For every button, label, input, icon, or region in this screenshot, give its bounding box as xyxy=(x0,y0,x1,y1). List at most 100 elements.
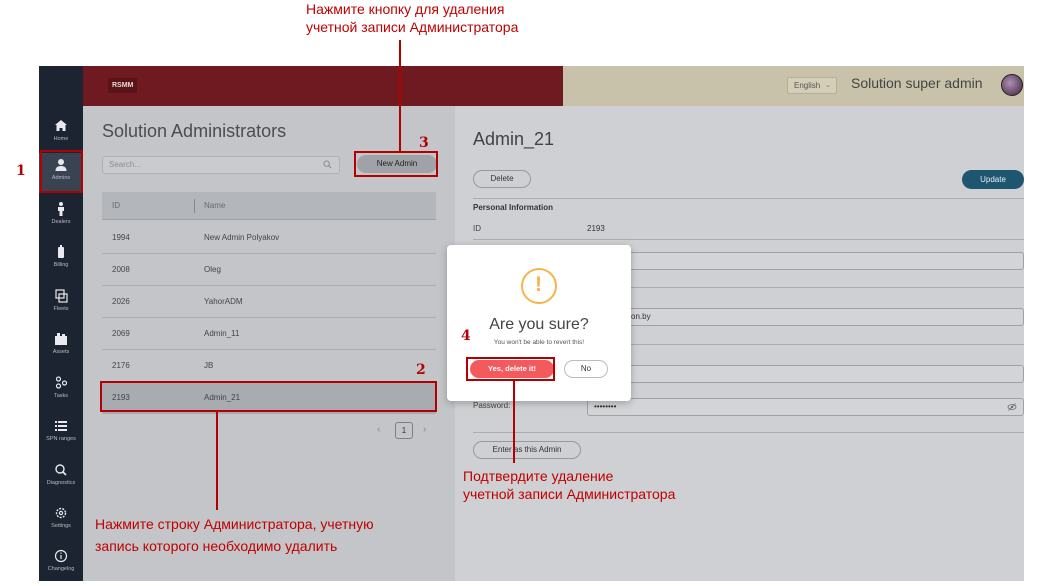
table-row[interactable]: 2026 YahorADM xyxy=(102,286,436,318)
column-divider xyxy=(194,199,195,213)
sidebar-item-dealers[interactable]: Dealers xyxy=(39,197,83,237)
password-label: Password: xyxy=(473,401,511,410)
sidebar-item-spn-ranges[interactable]: SPN ranges xyxy=(39,414,83,454)
info-icon xyxy=(54,549,68,563)
column-header-name[interactable]: Name xyxy=(204,192,225,220)
annotation-top-note: Нажмите кнопку для удаления учетной запи… xyxy=(306,0,518,36)
annotation-bottom-left-line-1: Нажмите строку Администратора, учетную xyxy=(95,516,374,532)
email-field[interactable]: r@technoton.by xyxy=(587,308,1024,326)
top-bar: RSMM English ⌄ Solution super admin xyxy=(83,66,1024,106)
prev-page-icon[interactable]: ‹ xyxy=(377,424,380,435)
screenshot-root: Нажмите кнопку для удаления учетной запи… xyxy=(0,0,1043,586)
home-icon xyxy=(55,120,67,131)
sidebar-item-assets[interactable]: Assets xyxy=(39,327,83,367)
table-row[interactable]: 2176 JB xyxy=(102,350,436,382)
cell-id: 2008 xyxy=(112,265,130,274)
cell-name: JB xyxy=(204,361,214,370)
annotation-step-1: 1 xyxy=(16,163,26,179)
annotation-leader-bottom-right xyxy=(513,381,515,463)
top-bar-brand-area: RSMM xyxy=(83,66,563,106)
page-number-button[interactable]: 1 xyxy=(395,422,413,439)
exclamation-icon: ! xyxy=(535,273,542,296)
dialog-text: You won't be able to revert this! xyxy=(493,339,585,346)
cell-id: 2026 xyxy=(112,297,130,306)
divider xyxy=(473,239,1024,240)
tasks-icon xyxy=(55,376,68,389)
sidebar-item-label: Billing xyxy=(53,262,69,268)
update-button[interactable]: Update xyxy=(962,170,1024,189)
table-row[interactable]: 2008 Oleg xyxy=(102,254,436,286)
dialog-title: Are you sure? xyxy=(489,316,589,333)
sidebar-item-label: Diagnostics xyxy=(46,480,76,486)
annotation-step-4: 4 xyxy=(461,328,471,344)
annotation-step-3: 3 xyxy=(419,135,429,151)
table-row[interactable]: 1994 New Admin Polyakov xyxy=(102,222,436,254)
avatar[interactable] xyxy=(1001,74,1023,96)
sidebar-item-label: Fleets xyxy=(53,306,69,312)
page-title: Solution Administrators xyxy=(102,121,287,141)
annotation-bottom-left-note: Нажмите строку Администратора, учетную з… xyxy=(95,515,374,555)
search-placeholder: Search... xyxy=(109,160,142,169)
sidebar: Home Admins Dealers Billing Fleets Asset… xyxy=(39,66,83,581)
user-name: Solution super admin xyxy=(851,75,983,91)
warning-icon: ! xyxy=(521,268,557,304)
billing-icon xyxy=(58,245,64,258)
annotation-bottom-right-line-2: учетной записи Администратора xyxy=(463,486,676,502)
sidebar-item-label: Dealers xyxy=(51,219,71,225)
password-value: •••••••• xyxy=(594,402,617,411)
language-value: English xyxy=(794,81,821,90)
sidebar-item-label: Tasks xyxy=(53,393,69,399)
cancel-button[interactable]: No xyxy=(564,360,608,378)
id-value: 2193 xyxy=(587,224,605,233)
sidebar-item-home[interactable]: Home xyxy=(39,114,83,154)
next-page-icon[interactable]: › xyxy=(423,424,426,435)
enter-as-admin-button[interactable]: Enter as this Admin xyxy=(473,441,581,459)
cell-name: Admin_11 xyxy=(204,329,240,338)
login-field[interactable] xyxy=(587,365,1024,383)
sidebar-item-label: Changelog xyxy=(47,566,75,572)
sidebar-item-changelog[interactable]: Changelog xyxy=(39,544,83,581)
annotation-top-line-1: Нажмите кнопку для удаления xyxy=(306,1,505,17)
annotation-leader-bottom-left xyxy=(216,412,218,510)
sidebar-item-fleets[interactable]: Fleets xyxy=(39,284,83,324)
cell-name: YahorADM xyxy=(204,297,243,306)
annotation-bottom-left-line-2: запись которого необходимо удалить xyxy=(95,538,338,554)
assets-icon xyxy=(55,333,67,345)
sidebar-item-label: Home xyxy=(53,136,69,142)
table-row[interactable]: 2069 Admin_11 xyxy=(102,318,436,350)
id-label: ID xyxy=(473,224,481,233)
sidebar-item-label: SPN ranges xyxy=(46,436,76,442)
sidebar-item-tasks[interactable]: Tasks xyxy=(39,371,83,411)
annotation-top-line-2: учетной записи Администратора xyxy=(306,19,519,35)
name-field[interactable] xyxy=(587,252,1024,270)
fleets-icon xyxy=(55,289,68,303)
password-field[interactable]: •••••••• xyxy=(587,398,1024,416)
delete-button[interactable]: Delete xyxy=(473,170,531,188)
cell-id: 2176 xyxy=(112,361,130,370)
divider xyxy=(473,432,1024,433)
annotation-box-confirm xyxy=(466,357,555,381)
column-header-id[interactable]: ID xyxy=(112,192,120,220)
annotation-box-new-admin xyxy=(354,151,438,177)
admins-list-panel: Solution Administrators Search... New Ad… xyxy=(83,106,455,581)
cell-name: New Admin Polyakov xyxy=(204,233,280,242)
list-icon xyxy=(55,421,67,431)
table-header: ID Name xyxy=(102,192,436,220)
search-input[interactable]: Search... xyxy=(102,156,340,174)
annotation-step-2: 2 xyxy=(416,362,426,378)
brand-logo[interactable]: RSMM xyxy=(108,78,138,93)
annotation-bottom-right-note: Подтвердите удаление учетной записи Адми… xyxy=(463,467,675,503)
annotation-box-selected-row xyxy=(100,381,437,412)
chevron-down-icon: ⌄ xyxy=(825,82,831,89)
sidebar-item-billing[interactable]: Billing xyxy=(39,240,83,280)
sidebar-item-diagnostics[interactable]: Diagnostics xyxy=(39,458,83,498)
sidebar-item-label: Settings xyxy=(51,523,71,529)
language-select[interactable]: English ⌄ xyxy=(787,77,837,94)
diagnostics-icon xyxy=(55,464,67,476)
eye-off-icon[interactable] xyxy=(1007,402,1017,412)
annotation-leader-top xyxy=(399,40,401,151)
divider xyxy=(473,198,1024,199)
person-icon xyxy=(58,202,64,216)
sidebar-item-settings[interactable]: Settings xyxy=(39,501,83,541)
search-icon xyxy=(323,160,332,169)
